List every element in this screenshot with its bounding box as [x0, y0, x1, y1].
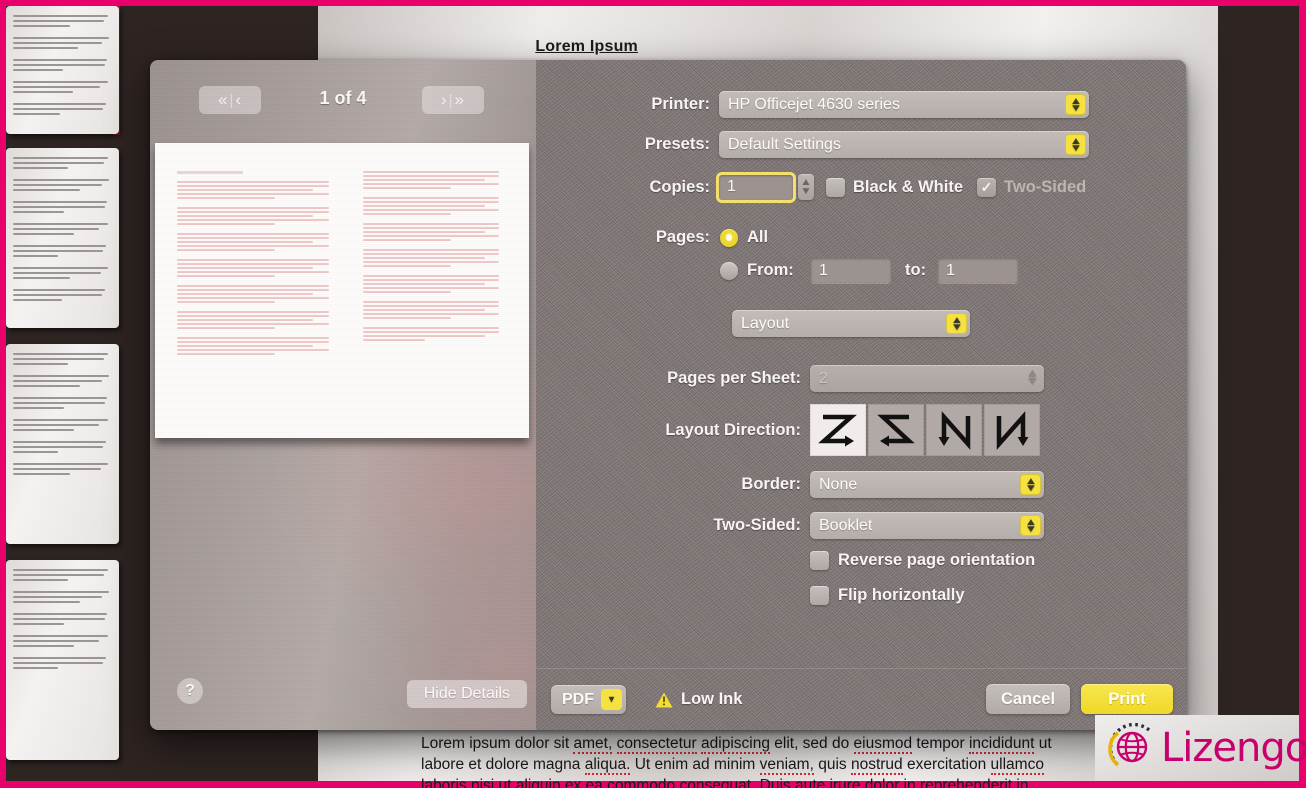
pages-label: Pages: [655, 228, 710, 246]
page-thumbnail[interactable] [6, 344, 119, 544]
preview-heading-bar [177, 171, 244, 174]
settings-scroll-area: Printer: HP Officejet 4630 series ▲ ▼ Pre… [536, 60, 1186, 668]
two-sided-select[interactable]: Booklet ▲ ▼ [810, 512, 1044, 539]
hide-details-button[interactable]: Hide Details [406, 680, 527, 708]
layout-direction-label: Layout Direction: [665, 420, 801, 439]
printer-label: Printer: [651, 95, 710, 113]
presets-value: Default Settings [728, 135, 841, 153]
two-sided-label: Two-Sided: [713, 516, 801, 534]
pages-from-label: From: [747, 261, 794, 279]
pages-from-input[interactable]: 1 [811, 258, 891, 283]
layout-direction-option-n-down-left[interactable] [926, 404, 982, 456]
pages-all-radio[interactable] [720, 228, 738, 247]
border-label: Border: [741, 475, 801, 493]
two-sided-checkbox-top: ✓ [977, 177, 997, 197]
warning-triangle-icon [655, 692, 673, 708]
page-thumbnail-rail[interactable] [6, 0, 124, 788]
document-title: Lorem Ipsum [535, 38, 638, 55]
page-thumbnail[interactable] [6, 560, 119, 760]
cancel-button[interactable]: Cancel [986, 684, 1070, 714]
layout-direction-option-n-down-right[interactable] [984, 404, 1040, 456]
pages-to-label: to: [905, 261, 927, 279]
help-button[interactable]: ? [177, 678, 203, 704]
pages-per-sheet-select: 2 ▲ ▼ [810, 365, 1044, 392]
layout-direction-group [810, 404, 1040, 456]
low-ink-label: Low Ink [681, 690, 743, 708]
screen: Lorem Ipsum Lorem ipsum dolor sit amet, … [0, 0, 1306, 788]
last-page-icon[interactable]: » [455, 90, 465, 110]
flip-horizontally-label: Flip horizontally [838, 586, 965, 604]
pdf-label: PDF [562, 690, 594, 708]
printer-value: HP Officejet 4630 series [728, 95, 900, 113]
copies-input[interactable]: 1 [719, 174, 793, 200]
chevron-updown-icon[interactable]: ▲ ▼ [946, 313, 967, 334]
nav-divider: | [448, 91, 454, 109]
pages-to-input[interactable]: 1 [938, 258, 1019, 283]
nav-next-group[interactable]: › | » [422, 86, 484, 114]
globe-icon [1105, 721, 1159, 775]
black-and-white-label: Black & White [853, 177, 964, 196]
page-thumbnail[interactable] [6, 6, 119, 134]
black-and-white-checkbox[interactable]: ✓ [826, 177, 845, 197]
preview-column-right [341, 171, 511, 414]
pages-per-sheet-label: Pages per Sheet: [667, 369, 801, 387]
print-preview-pane: « | ‹ 1 of 4 › | » ? Hide Details [150, 60, 536, 730]
preview-navigation: « | ‹ 1 of 4 › | » [150, 86, 536, 122]
dialog-action-bar: PDF ▾ Low Ink Cancel Print [536, 668, 1186, 730]
page-frame-left [0, 0, 6, 788]
flip-horizontally-checkbox[interactable]: ✓ [810, 586, 829, 605]
document-body-text: Lorem ipsum dolor sit amet, consectetur … [421, 733, 1091, 788]
two-sided-label-top: Two-Sided [1004, 177, 1087, 196]
print-settings-pane: Printer: HP Officejet 4630 series ▲ ▼ Pre… [536, 60, 1186, 730]
page-thumbnail[interactable] [6, 148, 119, 328]
n-down-left-icon [938, 411, 971, 450]
lizengo-wordmark: Lizengo [1161, 725, 1306, 771]
two-sided-value: Booklet [819, 516, 873, 534]
copies-stepper[interactable]: ▲ ▼ [798, 174, 814, 200]
layout-direction-option-z-left-down[interactable] [868, 404, 924, 456]
border-select[interactable]: None ▲ ▼ [810, 471, 1044, 498]
z-right-down-icon [818, 414, 857, 447]
chevron-updown-icon: ▲ ▼ [1025, 367, 1040, 387]
chevron-updown-icon[interactable]: ▲ ▼ [1065, 94, 1086, 115]
pages-per-sheet-value: 2 [819, 369, 828, 387]
backdrop-right-gap [1218, 0, 1299, 788]
copies-label: Copies: [649, 177, 710, 196]
preview-sheet[interactable] [155, 143, 529, 438]
settings-pane-value: Layout [741, 314, 790, 332]
pages-all-label: All [747, 228, 769, 246]
chevron-updown-icon[interactable]: ▲ ▼ [1020, 474, 1041, 495]
next-page-icon[interactable]: › [441, 90, 448, 110]
chevron-updown-icon[interactable]: ▲ ▼ [1065, 134, 1086, 155]
border-value: None [819, 475, 858, 493]
page-frame-top [0, 0, 1306, 6]
settings-pane-select[interactable]: Layout ▲ ▼ [732, 310, 970, 337]
chevron-down-icon[interactable]: ▾ [601, 689, 622, 710]
pages-range-radio[interactable] [720, 261, 738, 280]
lizengo-watermark: Lizengo [1095, 715, 1306, 781]
page-frame-right [1299, 0, 1306, 788]
low-ink-status: Low Ink [655, 690, 742, 709]
printer-select[interactable]: HP Officejet 4630 series ▲ ▼ [719, 91, 1089, 118]
z-left-down-icon [877, 414, 915, 447]
print-dialog: « | ‹ 1 of 4 › | » ? Hide Details Printe… [150, 60, 1186, 730]
preview-column-left [171, 171, 341, 414]
pdf-button[interactable]: PDF ▾ [551, 685, 626, 714]
reverse-page-orientation-checkbox[interactable]: ✓ [810, 551, 829, 570]
presets-label: Presets: [644, 135, 710, 153]
reverse-page-orientation-label: Reverse page orientation [838, 551, 1036, 569]
layout-direction-option-z-right-down[interactable] [810, 404, 866, 456]
chevron-updown-icon[interactable]: ▲ ▼ [1020, 515, 1041, 536]
n-down-right-icon [996, 411, 1029, 450]
presets-select[interactable]: Default Settings ▲ ▼ [719, 131, 1089, 158]
print-button[interactable]: Print [1081, 684, 1173, 714]
